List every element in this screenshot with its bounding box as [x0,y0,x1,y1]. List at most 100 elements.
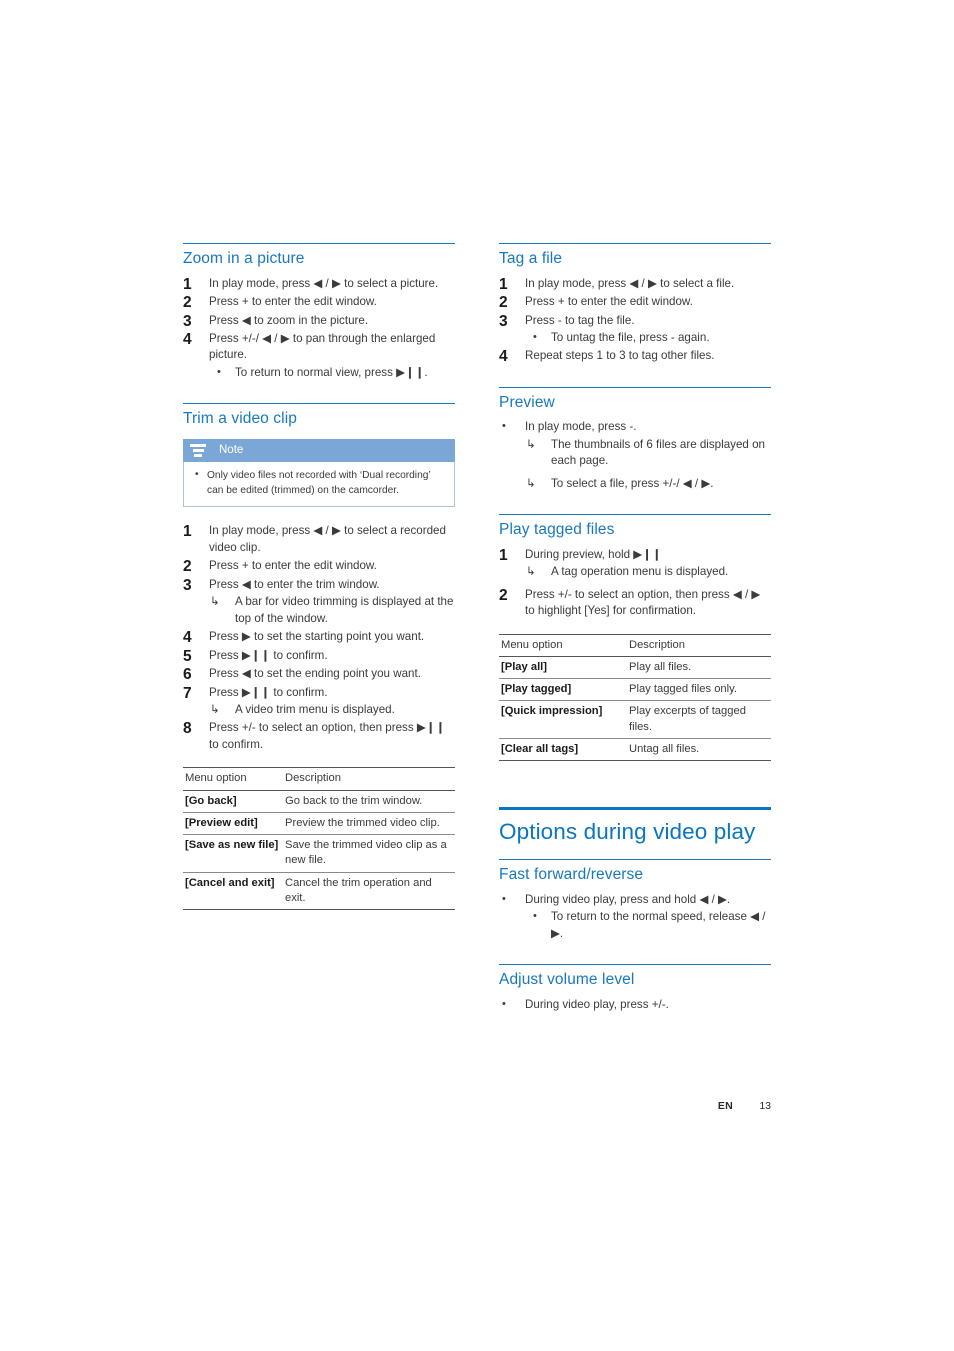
section-tag-a-file: Tag a file 1 In play mode, press ◀ / ▶ t… [499,243,771,365]
bullet-dot-icon: • [502,420,506,433]
note-bullet: • Only video files not recorded with ‘Du… [193,469,445,499]
step-text: Press ▶❙❙ to confirm. [209,685,328,699]
table-row: [Go back] Go back to the trim window. [183,790,455,813]
bullets-preview: • In play mode, press -. ↳ The thumbnail… [499,419,771,492]
step-subbullet: • To untag the file, press - again. [525,330,771,346]
note-title: Note [219,444,244,457]
section-preview: Preview • In play mode, press -. ↳ The t… [499,386,771,492]
table-row: [Quick impression] Play excerpts of tagg… [499,700,771,739]
steps-trim-a-video-clip: 1 In play mode, press ◀ / ▶ to select a … [183,523,455,753]
note-body: • Only video files not recorded with ‘Du… [183,461,455,508]
step-text: Repeat steps 1 to 3 to tag other files. [525,349,715,363]
step-item: 3 Press ◀ to enter the trim window. ↳ A … [183,577,455,627]
subbullet-text: To untag the file, press - again. [551,330,710,344]
result-text: The thumbnails of 6 files are displayed … [551,437,765,468]
heading-trim-a-video-clip: Trim a video clip [183,410,297,428]
step-text: Press + to enter the edit window. [209,295,377,309]
cell-menu-option: [Play tagged] [499,678,627,702]
step-item: 6 Press ◀ to set the ending point you wa… [183,666,455,683]
step-number: 7 [183,684,192,702]
result-arrow-icon: ↳ [526,438,536,451]
step-item: 3 Press ◀ to zoom in the picture. [183,313,455,330]
section-zoom-in-a-picture: Zoom in a picture 1 In play mode, press … [183,243,455,381]
bullet-text: During video play, press and hold ◀ / ▶. [525,892,731,906]
bullet-item: • During video play, press and hold ◀ / … [499,892,771,942]
subsection-adjust-volume-level: Adjust volume level • During video play,… [499,964,771,1013]
bullet-result: ↳ The thumbnails of 6 files are displaye… [525,437,771,470]
step-text: Press - to tag the file. [525,313,635,327]
bullet-result: ↳ To select a file, press +/-/ ◀ / ▶. [525,476,771,492]
bullet-dot-icon: • [533,910,537,923]
cell-description: Cancel the trim operation and exit. [283,872,455,911]
step-number: 4 [183,330,192,348]
note-box: Note • Only video files not recorded wit… [183,438,455,508]
bullet-dot-icon: • [533,330,537,343]
footer-language: EN [717,1100,733,1112]
page-footer: EN 13 [183,1100,771,1112]
table-row: [Clear all tags] Untag all files. [499,738,771,762]
bullets-adjust-volume-level: • During video play, press +/-. [499,997,771,1013]
step-text: Press ◀ to zoom in the picture. [209,313,369,327]
footer-page-number: 13 [759,1100,771,1112]
heading-preview: Preview [499,393,555,411]
section-rule [499,386,771,388]
heading-tag-a-file: Tag a file [499,250,563,267]
section-options-during-video-play: Options during video play Fast forward/r… [499,807,771,1013]
step-text: Press +/-/ ◀ / ▶ to pan through the enla… [209,331,436,362]
step-text: Press ▶ to set the starting point you wa… [209,630,425,644]
step-item: 2 Press + to enter the edit window. [183,558,455,575]
step-text: Press +/- to select an option, then pres… [209,721,446,751]
table-header-row: Menu option Description [183,767,455,791]
step-text: In play mode, press ◀ / ▶ to select a re… [209,524,446,554]
cell-description: Play excerpts of tagged files. [627,700,771,739]
step-item: 1 In play mode, press ◀ / ▶ to select a … [499,276,771,293]
heading-adjust-volume-level: Adjust volume level [499,971,635,989]
bullet-item: • During video play, press +/-. [499,997,771,1013]
bullet-item: • In play mode, press -. ↳ The thumbnail… [499,419,771,492]
note-text: Only video files not recorded with ‘Dual… [207,469,431,496]
step-number: 3 [183,576,192,594]
table-row: [Play tagged] Play tagged files only. [499,678,771,702]
step-text: Press + to enter the edit window. [525,295,693,309]
step-item: 1 During preview, hold ▶❙❙ ↳ A tag opera… [499,547,771,581]
step-result: ↳ A tag operation menu is displayed. [525,564,771,580]
table-row: [Cancel and exit] Cancel the trim operat… [183,872,455,911]
table-row: [Preview edit] Preview the trimmed video… [183,812,455,836]
heading-options-during-video-play: Options during video play [499,819,756,845]
step-item: 7 Press ▶❙❙ to confirm. ↳ A video trim m… [183,685,455,719]
result-arrow-icon: ↳ [526,566,536,579]
cell-description: Save the trimmed video clip as a new fil… [283,834,455,873]
column-header-description: Description [283,767,455,791]
steps-play-tagged-files: 1 During preview, hold ▶❙❙ ↳ A tag opera… [499,547,771,620]
step-item: 2 Press + to enter the edit window. [183,294,455,311]
bullet-dot-icon: • [217,365,221,378]
cell-menu-option: [Cancel and exit] [183,872,283,911]
cell-description: Play tagged files only. [627,678,771,702]
result-text: A video trim menu is displayed. [235,703,395,716]
result-text: To select a file, press +/-/ ◀ / ▶. [551,476,714,490]
bullet-text: During video play, press +/-. [525,997,669,1011]
section-play-tagged-files: Play tagged files 1 During preview, hold… [499,514,771,762]
result-arrow-icon: ↳ [210,704,220,716]
chapter-rule [499,807,771,811]
cell-description: Go back to the trim window. [283,790,455,813]
section-rule [183,243,455,244]
cell-description: Untag all files. [627,738,771,762]
step-text: In play mode, press ◀ / ▶ to select a fi… [525,276,735,290]
section-trim-a-video-clip: Trim a video clip Note • Only video file… [183,403,455,911]
steps-tag-a-file: 1 In play mode, press ◀ / ▶ to select a … [499,276,771,366]
column-header-menu-option: Menu option [499,633,627,657]
step-number: 4 [499,348,508,366]
section-rule [499,964,771,966]
step-item: 2 Press + to enter the edit window. [499,294,771,311]
step-item: 4 Repeat steps 1 to 3 to tag other files… [499,348,771,365]
cell-menu-option: [Quick impression] [499,700,627,739]
cell-description: Play all files. [627,656,771,680]
step-item: 5 Press ▶❙❙ to confirm. [183,648,455,665]
bullet-dot-icon: • [502,892,506,905]
tag-menu-table: Menu option Description [Play all] Play … [499,633,771,762]
cell-menu-option: [Preview edit] [183,812,283,836]
step-number: 1 [499,546,508,564]
bullets-fast-forward-reverse: • During video play, press and hold ◀ / … [499,892,771,942]
trim-menu-table: Menu option Description [Go back] Go bac… [183,767,455,911]
